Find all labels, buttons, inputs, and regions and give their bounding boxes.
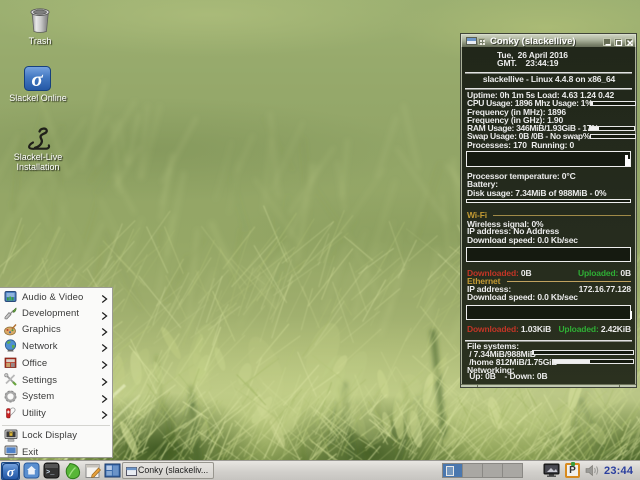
svg-text:>_: >_ [46, 469, 55, 477]
svg-text:σ: σ [31, 67, 43, 91]
svg-text:σ: σ [7, 466, 15, 480]
